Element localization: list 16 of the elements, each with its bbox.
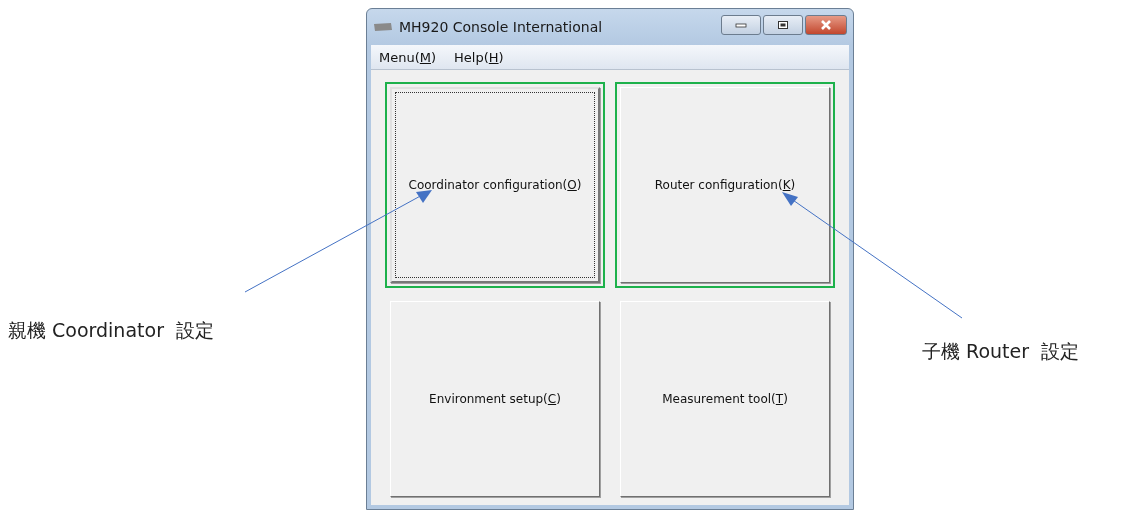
option-button[interactable]: Coordinator configuration(O) <box>390 87 600 283</box>
option-button[interactable]: Environment setup(C) <box>390 301 600 497</box>
menu-item[interactable]: Help(H) <box>454 49 504 65</box>
option-button[interactable]: Measurement tool(T) <box>620 301 830 497</box>
close-icon <box>820 20 832 30</box>
app-icon <box>373 22 393 32</box>
maximize-button[interactable] <box>763 15 803 35</box>
annotation-label: 子機 Router 設定 <box>922 339 1080 364</box>
option-button[interactable]: Router configuration(K) <box>620 87 830 283</box>
minimize-icon <box>735 22 747 28</box>
minimize-button[interactable] <box>721 15 761 35</box>
menu-item[interactable]: Menu(M) <box>379 49 437 65</box>
annotation-label: 親機 Coordinator 設定 <box>8 318 215 343</box>
maximize-icon <box>777 20 789 30</box>
window-title: MH920 Console International <box>399 19 604 35</box>
close-button[interactable] <box>805 15 847 35</box>
